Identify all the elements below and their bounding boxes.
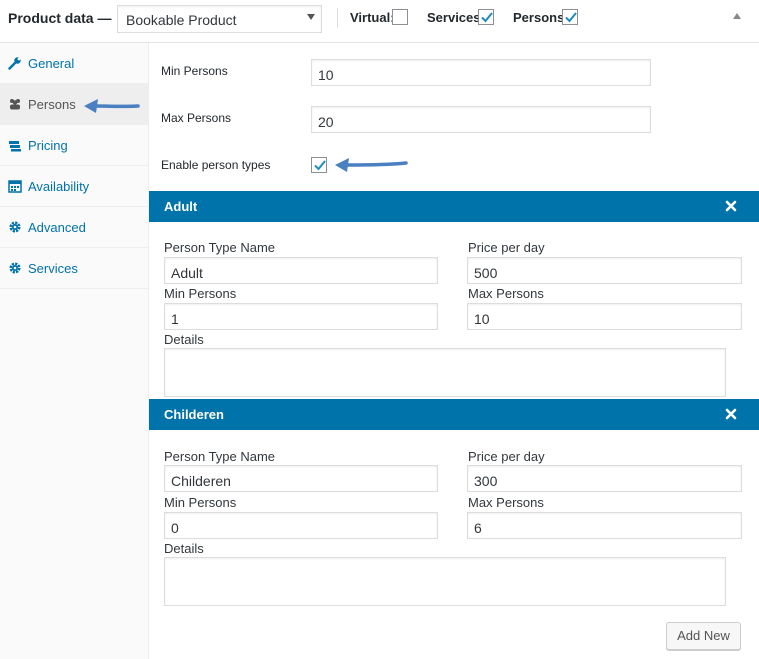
price-per-day-label: Price per day: [468, 449, 545, 464]
header-divider: [337, 8, 338, 28]
person-type-header[interactable]: Childeren: [149, 399, 759, 430]
persons-label: Persons:: [513, 10, 569, 25]
collapse-toggle-icon[interactable]: [733, 13, 741, 19]
tab-advanced[interactable]: Advanced: [0, 207, 148, 248]
person-type-name-label: Person Type Name: [164, 449, 276, 464]
type-max-persons-label: Max Persons: [468, 495, 544, 510]
price-per-day-label: Price per day: [468, 240, 545, 255]
details-textarea[interactable]: [164, 348, 726, 397]
product-type-value: Bookable Product: [126, 12, 237, 28]
checkmark-icon: [565, 12, 577, 23]
checkmark-icon: [481, 12, 493, 23]
type-min-persons-input[interactable]: 0: [164, 512, 438, 539]
chevron-down-icon: [307, 14, 315, 20]
product-data-header: Product data — Bookable Product Virtual:…: [0, 0, 759, 43]
annotation-arrow: [84, 99, 140, 113]
person-type-name-input[interactable]: Adult: [164, 257, 438, 284]
gear-icon: [9, 221, 21, 233]
type-max-persons-input[interactable]: 10: [467, 303, 742, 330]
person-type-title: Adult: [164, 199, 198, 214]
services-checkbox[interactable]: [478, 9, 494, 25]
tab-label: Persons: [28, 97, 76, 112]
calendar-icon: [8, 180, 22, 193]
type-max-persons-input[interactable]: 6: [467, 512, 742, 539]
tab-label: General: [28, 56, 75, 71]
person-type-header[interactable]: Adult: [149, 191, 759, 222]
max-persons-label: Max Persons: [161, 111, 232, 125]
type-max-persons-label: Max Persons: [468, 286, 544, 301]
type-min-persons-label: Min Persons: [164, 286, 237, 301]
panel-title: Product data —: [8, 10, 112, 26]
min-persons-input[interactable]: 10: [311, 59, 651, 86]
tab-general[interactable]: General: [0, 43, 148, 84]
tab-label: Services: [28, 261, 78, 276]
money-icon: [9, 141, 21, 152]
product-type-select[interactable]: Bookable Product: [117, 5, 322, 33]
enable-person-types-checkbox[interactable]: [311, 157, 327, 173]
add-new-person-type-button[interactable]: Add New: [666, 622, 741, 650]
enable-person-types-label: Enable person types: [161, 158, 271, 172]
wrench-icon: [8, 57, 21, 70]
person-type-name-label: Person Type Name: [164, 240, 276, 255]
gear-icon: [9, 262, 21, 274]
min-persons-label: Min Persons: [161, 64, 228, 78]
max-persons-input[interactable]: 20: [311, 106, 651, 133]
virtual-label: Virtual:: [350, 10, 395, 25]
annotation-arrow: [335, 158, 408, 172]
person-type-name-input[interactable]: Childeren: [164, 465, 438, 492]
price-per-day-input[interactable]: 500: [467, 257, 742, 284]
tab-pricing[interactable]: Pricing: [0, 125, 148, 166]
checkmark-icon: [314, 160, 326, 171]
people-icon: [10, 99, 20, 110]
tab-availability[interactable]: Availability: [0, 166, 148, 207]
tab-label: Availability: [28, 179, 90, 194]
details-textarea[interactable]: [164, 557, 726, 606]
tab-label: Advanced: [28, 220, 86, 235]
price-per-day-input[interactable]: 300: [467, 465, 742, 492]
person-type-title: Childeren: [164, 407, 224, 422]
details-label: Details: [164, 332, 204, 347]
persons-checkbox[interactable]: [562, 9, 578, 25]
close-icon[interactable]: [725, 408, 737, 420]
tab-services[interactable]: Services: [0, 248, 148, 289]
close-icon[interactable]: [725, 200, 737, 212]
product-data-tabs: General Persons Pricing Availability Adv…: [0, 43, 149, 659]
details-label: Details: [164, 541, 204, 556]
type-min-persons-input[interactable]: 1: [164, 303, 438, 330]
type-min-persons-label: Min Persons: [164, 495, 237, 510]
services-label: Services:: [427, 10, 485, 25]
tab-label: Pricing: [28, 138, 68, 153]
virtual-checkbox[interactable]: [392, 9, 408, 25]
